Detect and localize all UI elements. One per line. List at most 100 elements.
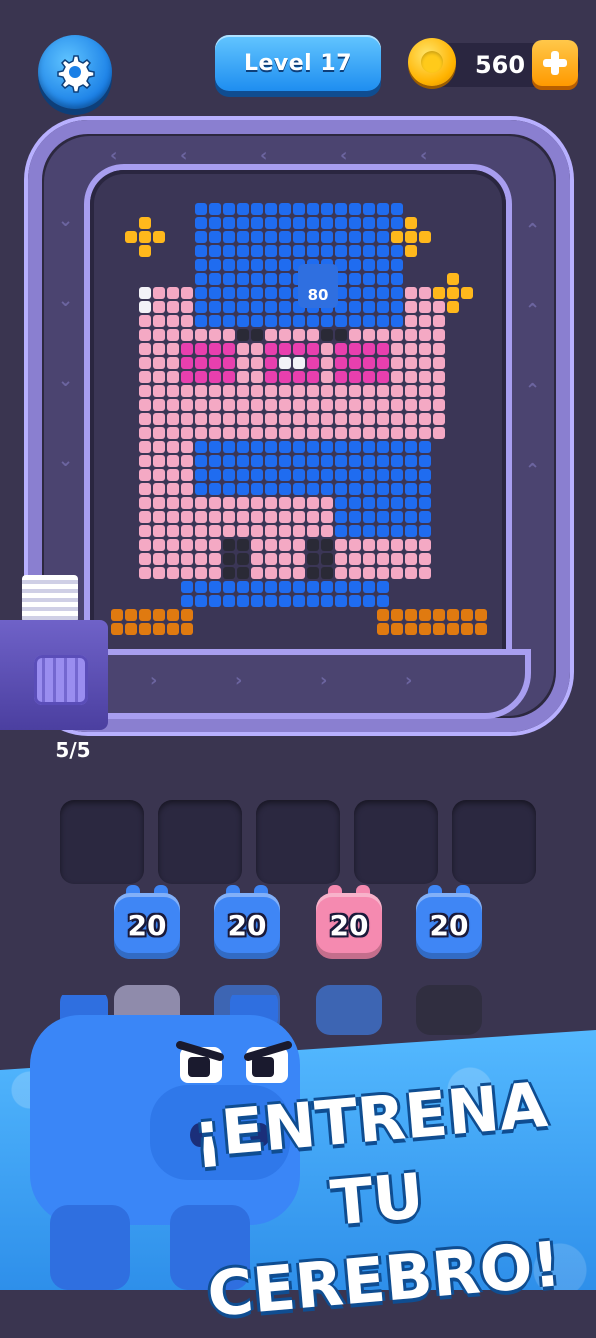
pixel-block xyxy=(307,245,319,257)
plus-icon xyxy=(543,51,567,75)
pixel-block xyxy=(167,441,179,453)
add-coins-button[interactable] xyxy=(532,40,578,86)
pixel-block xyxy=(153,483,165,495)
shooter-blue[interactable]: 20 xyxy=(416,885,482,967)
pixel-block xyxy=(237,343,249,355)
conveyor-end xyxy=(22,575,78,623)
pixel-block xyxy=(223,245,235,257)
pixel-block xyxy=(153,413,165,425)
pixel-block xyxy=(139,553,151,565)
empty-slot[interactable] xyxy=(256,800,340,884)
pixel-block xyxy=(293,315,305,327)
pixel-block xyxy=(265,525,277,537)
pixel-block xyxy=(237,511,249,523)
pixel-block xyxy=(195,385,207,397)
shooter-pink[interactable]: 20 xyxy=(316,885,382,967)
pixel-block xyxy=(139,525,151,537)
settings-button[interactable] xyxy=(38,35,112,109)
pixel-block xyxy=(377,595,389,607)
pixel-block xyxy=(279,385,291,397)
empty-slot[interactable] xyxy=(354,800,438,884)
pixel-block xyxy=(363,217,375,229)
sparkle-block xyxy=(405,217,417,229)
shooter-count: 20 xyxy=(127,909,167,942)
pixel-block xyxy=(251,371,263,383)
pixel-block xyxy=(391,427,403,439)
pixel-block xyxy=(265,511,277,523)
pixel-block xyxy=(433,399,445,411)
pixel-block xyxy=(265,259,277,271)
pixel-block xyxy=(237,483,249,495)
pixel-block xyxy=(419,609,431,621)
pixel-block xyxy=(279,357,291,369)
pixel-block xyxy=(419,427,431,439)
pixel-block xyxy=(363,553,375,565)
pixel-block xyxy=(195,371,207,383)
chevron-up-icon: ⌃ xyxy=(525,220,541,241)
pixel-block xyxy=(265,567,277,579)
pixel-block xyxy=(181,469,193,481)
pixel-block xyxy=(237,469,249,481)
pixel-block xyxy=(279,539,291,551)
pixel-block xyxy=(377,539,389,551)
pixel-block xyxy=(363,231,375,243)
pixel-block xyxy=(265,413,277,425)
pixel-block xyxy=(223,455,235,467)
pixel-block xyxy=(237,399,249,411)
pixel-block xyxy=(223,511,235,523)
pixel-block xyxy=(433,427,445,439)
pixel-block xyxy=(279,427,291,439)
pixel-block xyxy=(377,357,389,369)
pixel-block xyxy=(321,469,333,481)
pixel-block xyxy=(279,245,291,257)
pixel-block xyxy=(265,483,277,495)
pixel-block xyxy=(405,301,417,313)
pixel-block xyxy=(265,203,277,215)
pixel-block xyxy=(237,539,249,551)
pixel-block xyxy=(195,441,207,453)
pixel-block xyxy=(293,581,305,593)
shooter-blue[interactable]: 20 xyxy=(214,885,280,967)
pixel-block xyxy=(363,385,375,397)
pixel-block xyxy=(167,497,179,509)
pixel-block xyxy=(181,413,193,425)
pixel-block xyxy=(279,371,291,383)
pixel-block xyxy=(153,427,165,439)
pixel-block xyxy=(153,455,165,467)
empty-slot[interactable] xyxy=(452,800,536,884)
pixel-block xyxy=(181,525,193,537)
pixel-block xyxy=(195,595,207,607)
pixel-block xyxy=(209,455,221,467)
pixel-block xyxy=(419,287,431,299)
pixel-block xyxy=(167,413,179,425)
pixel-block xyxy=(321,217,333,229)
pixel-block xyxy=(321,595,333,607)
pixel-block xyxy=(181,497,193,509)
pixel-block xyxy=(181,567,193,579)
pixel-block xyxy=(363,301,375,313)
pixel-block xyxy=(279,441,291,453)
pixel-block xyxy=(363,315,375,327)
pixel-block xyxy=(349,511,361,523)
shooter-blue[interactable]: 20 xyxy=(114,885,180,967)
pixel-block xyxy=(139,427,151,439)
pixel-block xyxy=(377,469,389,481)
pixel-block xyxy=(153,539,165,551)
empty-slot[interactable] xyxy=(158,800,242,884)
pixel-block xyxy=(363,567,375,579)
pixel-block xyxy=(195,413,207,425)
pixel-block xyxy=(153,399,165,411)
pixel-block xyxy=(377,259,389,271)
pixel-block xyxy=(405,329,417,341)
pixel-block xyxy=(223,427,235,439)
pixel-block xyxy=(405,441,417,453)
pixel-block xyxy=(153,371,165,383)
pixel-block xyxy=(251,231,263,243)
pixel-block xyxy=(419,441,431,453)
pixel-block xyxy=(293,567,305,579)
empty-slot[interactable] xyxy=(60,800,144,884)
pixel-block xyxy=(223,413,235,425)
pixel-block xyxy=(265,455,277,467)
chevron-down-icon: ⌄ xyxy=(58,210,74,231)
pixel-block xyxy=(237,315,249,327)
